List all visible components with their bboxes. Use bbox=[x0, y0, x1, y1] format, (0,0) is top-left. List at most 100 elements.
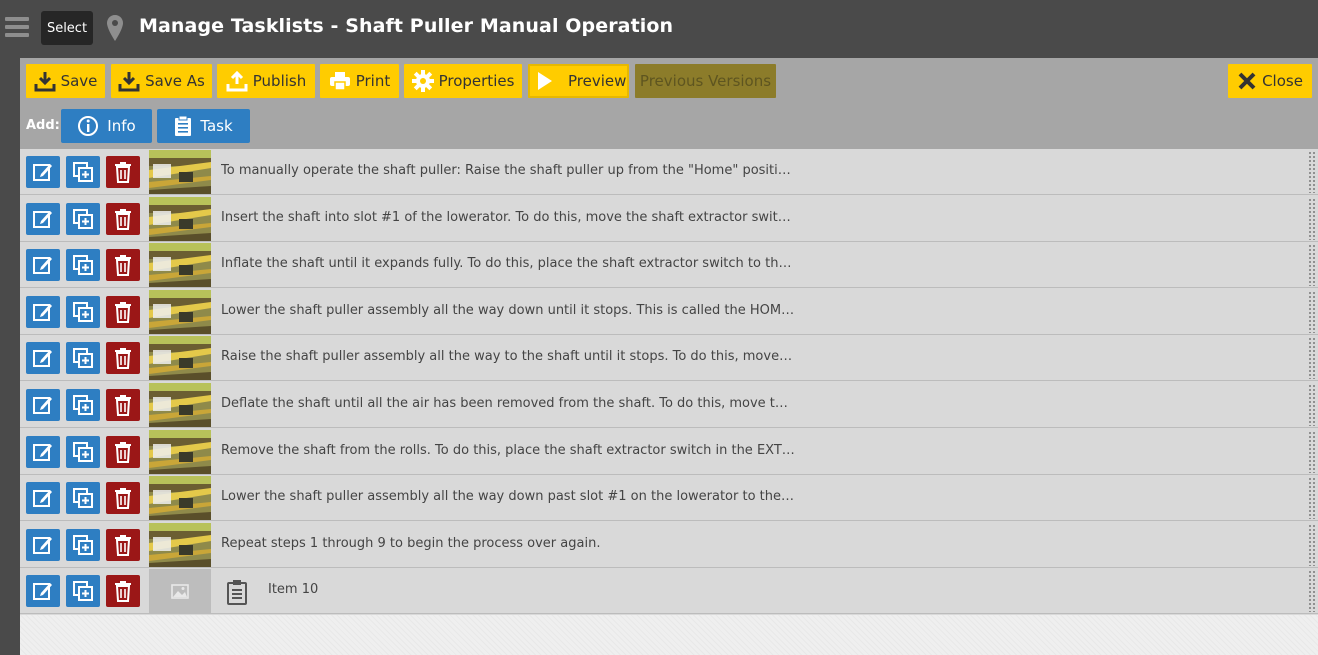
task-text: Lower the shaft puller assembly all the … bbox=[221, 489, 796, 505]
delete-button[interactable] bbox=[106, 156, 140, 188]
task-row[interactable]: Raise the shaft puller assembly all the … bbox=[20, 335, 1318, 382]
print-label: Print bbox=[355, 72, 391, 90]
empty-thumbnail[interactable] bbox=[149, 569, 211, 614]
task-text: Item 10 bbox=[268, 582, 319, 598]
delete-button[interactable] bbox=[106, 202, 140, 235]
task-thumbnail[interactable] bbox=[149, 150, 211, 194]
edit-button[interactable] bbox=[26, 435, 60, 468]
duplicate-button[interactable] bbox=[66, 575, 100, 608]
task-row[interactable]: Item 10 bbox=[20, 568, 1318, 615]
task-thumbnail[interactable] bbox=[149, 196, 211, 241]
task-thumbnail[interactable] bbox=[149, 429, 211, 474]
edit-button[interactable] bbox=[26, 528, 60, 561]
drag-handle[interactable] bbox=[1308, 290, 1316, 333]
delete-button[interactable] bbox=[106, 482, 140, 515]
task-thumbnail[interactable] bbox=[149, 522, 211, 567]
duplicate-button[interactable] bbox=[66, 482, 100, 515]
add-task-button[interactable]: Task bbox=[157, 109, 250, 143]
task-thumbnail[interactable] bbox=[149, 336, 211, 381]
task-thumbnail[interactable] bbox=[149, 383, 211, 427]
duplicate-icon bbox=[73, 488, 93, 509]
duplicate-button[interactable] bbox=[66, 202, 100, 235]
delete-button[interactable] bbox=[106, 295, 140, 328]
trash-icon bbox=[115, 581, 131, 603]
edit-button[interactable] bbox=[26, 156, 60, 188]
drag-handle[interactable] bbox=[1308, 430, 1316, 473]
drag-handle[interactable] bbox=[1308, 197, 1316, 240]
drag-handle[interactable] bbox=[1308, 523, 1316, 566]
task-row[interactable]: Insert the shaft into slot #1 of the low… bbox=[20, 195, 1318, 242]
duplicate-icon bbox=[73, 441, 93, 462]
duplicate-button[interactable] bbox=[66, 156, 100, 188]
edit-button[interactable] bbox=[26, 389, 60, 421]
print-button[interactable]: Print bbox=[320, 64, 399, 98]
drag-handle[interactable] bbox=[1308, 337, 1316, 380]
task-row[interactable]: Lower the shaft puller assembly all the … bbox=[20, 288, 1318, 335]
trash-icon bbox=[115, 441, 131, 463]
duplicate-button[interactable] bbox=[66, 528, 100, 561]
task-row[interactable]: Inflate the shaft until it expands fully… bbox=[20, 242, 1318, 289]
task-text: Deflate the shaft until all the air has … bbox=[221, 396, 796, 411]
machine-photo bbox=[149, 429, 211, 474]
duplicate-icon bbox=[73, 348, 93, 369]
drag-handle[interactable] bbox=[1308, 384, 1316, 426]
machine-photo bbox=[149, 336, 211, 381]
machine-photo bbox=[149, 196, 211, 241]
task-text: Repeat steps 1 through 9 to begin the pr… bbox=[221, 535, 601, 551]
save-button[interactable]: Save bbox=[26, 64, 105, 98]
publish-label: Publish bbox=[252, 72, 307, 90]
edit-button[interactable] bbox=[26, 575, 60, 608]
download-icon bbox=[118, 72, 140, 92]
task-row[interactable]: Repeat steps 1 through 9 to begin the pr… bbox=[20, 521, 1318, 568]
task-row[interactable]: Remove the shaft from the rolls. To do t… bbox=[20, 428, 1318, 475]
duplicate-icon bbox=[73, 301, 93, 322]
delete-button[interactable] bbox=[106, 342, 140, 375]
location-pin-icon bbox=[107, 15, 123, 41]
duplicate-button[interactable] bbox=[66, 389, 100, 421]
task-row[interactable]: Deflate the shaft until all the air has … bbox=[20, 382, 1318, 428]
edit-button[interactable] bbox=[26, 482, 60, 515]
delete-button[interactable] bbox=[106, 575, 140, 608]
edit-button[interactable] bbox=[26, 249, 60, 282]
close-button[interactable]: Close bbox=[1228, 64, 1312, 98]
add-task-label: Task bbox=[200, 117, 233, 135]
task-list: To manually operate the shaft puller: Ra… bbox=[20, 149, 1318, 615]
drag-handle[interactable] bbox=[1308, 570, 1316, 613]
task-text: Remove the shaft from the rolls. To do t… bbox=[221, 442, 796, 458]
select-button[interactable]: Select bbox=[41, 11, 93, 45]
edit-button[interactable] bbox=[26, 202, 60, 235]
duplicate-icon bbox=[73, 162, 93, 182]
task-row[interactable]: To manually operate the shaft puller: Ra… bbox=[20, 149, 1318, 195]
task-thumbnail[interactable] bbox=[149, 476, 211, 521]
delete-button[interactable] bbox=[106, 528, 140, 561]
duplicate-icon bbox=[73, 395, 93, 415]
task-thumbnail[interactable] bbox=[149, 289, 211, 334]
drag-handle[interactable] bbox=[1308, 477, 1316, 520]
delete-button[interactable] bbox=[106, 249, 140, 282]
task-thumbnail[interactable] bbox=[149, 243, 211, 288]
machine-photo bbox=[149, 476, 211, 521]
duplicate-button[interactable] bbox=[66, 295, 100, 328]
add-label: Add: bbox=[26, 118, 60, 133]
edit-button[interactable] bbox=[26, 295, 60, 328]
duplicate-button[interactable] bbox=[66, 435, 100, 468]
menu-icon[interactable] bbox=[5, 17, 29, 41]
task-row[interactable]: Lower the shaft puller assembly all the … bbox=[20, 475, 1318, 522]
task-text: To manually operate the shaft puller: Ra… bbox=[221, 163, 796, 178]
properties-button[interactable]: Properties bbox=[404, 64, 522, 98]
edit-button[interactable] bbox=[26, 342, 60, 375]
duplicate-button[interactable] bbox=[66, 342, 100, 375]
save-as-button[interactable]: Save As bbox=[111, 64, 212, 98]
delete-button[interactable] bbox=[106, 435, 140, 468]
edit-icon bbox=[33, 490, 52, 508]
delete-button[interactable] bbox=[106, 389, 140, 421]
drag-handle[interactable] bbox=[1308, 151, 1316, 193]
previous-versions-button[interactable]: Previous Versions bbox=[635, 64, 776, 98]
duplicate-button[interactable] bbox=[66, 249, 100, 282]
add-info-button[interactable]: Info bbox=[61, 109, 152, 143]
preview-button[interactable]: Preview bbox=[528, 64, 629, 98]
publish-button[interactable]: Publish bbox=[217, 64, 315, 98]
drag-handle[interactable] bbox=[1308, 244, 1316, 287]
task-text: Insert the shaft into slot #1 of the low… bbox=[221, 209, 796, 225]
footer-area bbox=[20, 615, 1318, 655]
